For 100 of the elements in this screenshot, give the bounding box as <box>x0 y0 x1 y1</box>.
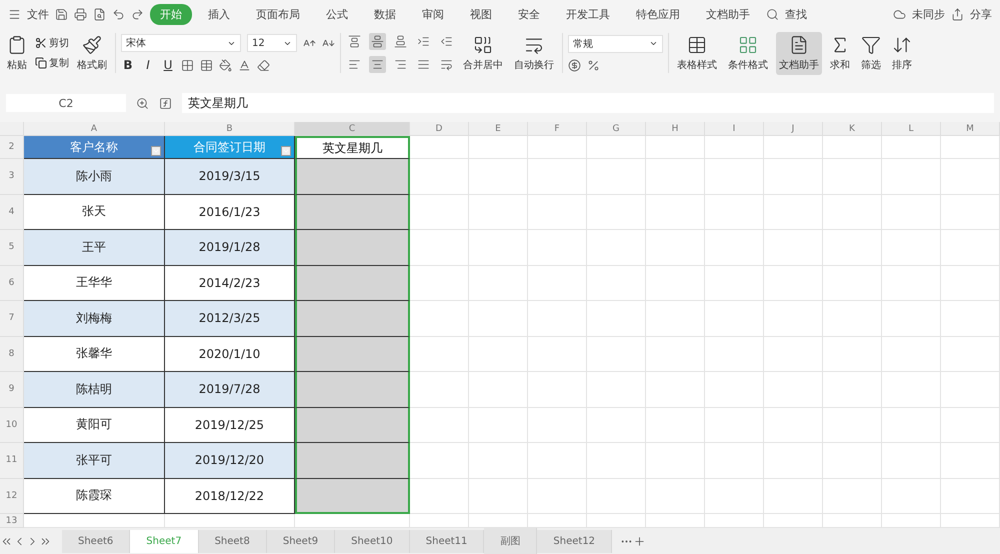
save-icon[interactable] <box>55 8 68 20</box>
sort-button[interactable]: 排序 <box>889 32 915 74</box>
ribbon-tab[interactable]: 特色应用 <box>626 4 690 24</box>
italic-button[interactable]: I <box>141 58 155 72</box>
align-middle-icon[interactable] <box>369 33 386 50</box>
search-label[interactable]: 查找 <box>785 6 807 22</box>
sheet-tab[interactable]: Sheet6 <box>62 530 130 552</box>
row-number: 7 <box>0 301 24 336</box>
ribbon-tab[interactable]: 页面布局 <box>246 4 310 24</box>
row-number: 9 <box>0 372 24 408</box>
sheet-tab[interactable]: Sheet9 <box>266 530 336 552</box>
border-icon[interactable] <box>181 58 194 72</box>
table-cell: 刘梅梅 <box>24 301 165 336</box>
filter-dropdown-icon[interactable] <box>281 146 291 156</box>
add-sheet-icon[interactable] <box>633 534 646 548</box>
percent-icon[interactable] <box>587 58 600 72</box>
sheet-tab[interactable]: Sheet12 <box>537 530 612 552</box>
header-cell: 合同签订日期 <box>165 136 295 159</box>
preview-icon[interactable] <box>93 8 106 20</box>
sum-button[interactable]: 求和 <box>827 32 853 74</box>
table-cell: 2018/12/22 <box>165 478 295 514</box>
column-header: L <box>882 122 941 136</box>
table-cell: 黄阳可 <box>24 408 165 443</box>
column-header: A <box>24 122 165 136</box>
ribbon-tab[interactable]: 文档助手 <box>696 4 760 24</box>
table-style-button[interactable]: 表格样式 <box>674 32 720 74</box>
format-painter-button[interactable]: 格式刷 <box>74 32 110 74</box>
ribbon-tab[interactable]: 审阅 <box>412 4 454 24</box>
column-header: B <box>165 122 295 136</box>
column-header: I <box>705 122 764 136</box>
row-number: 11 <box>0 443 24 478</box>
zoom-icon[interactable] <box>136 96 149 110</box>
ribbon-tab[interactable]: 插入 <box>198 4 240 24</box>
function-icon[interactable] <box>159 96 172 110</box>
filter-button[interactable]: 筛选 <box>858 32 884 74</box>
align-center-icon[interactable] <box>369 56 386 73</box>
copy-icon <box>35 57 47 69</box>
name-box[interactable]: C2 <box>6 94 126 112</box>
scissors-icon <box>35 37 47 49</box>
ribbon-tab[interactable]: 数据 <box>364 4 406 24</box>
ribbon-tab[interactable]: 视图 <box>460 4 502 24</box>
grid-icon <box>738 34 758 54</box>
underline-button[interactable]: U <box>161 58 175 72</box>
row-number: 12 <box>0 478 24 514</box>
formula-field[interactable]: 英文星期几 <box>182 93 994 113</box>
menu-icon[interactable] <box>8 8 21 20</box>
paste-button[interactable]: 粘贴 <box>4 32 30 74</box>
row-number: 10 <box>0 408 24 443</box>
share-link[interactable]: 分享 <box>970 6 992 22</box>
cell-style-icon[interactable] <box>200 58 213 72</box>
merge-button[interactable]: 合并居中 <box>460 32 506 74</box>
doc-helper-button[interactable]: 文档助手 <box>776 32 822 74</box>
ribbon-tab[interactable]: 公式 <box>316 4 358 24</box>
row-number: 5 <box>0 230 24 266</box>
eraser-icon[interactable] <box>257 58 270 72</box>
conditional-format-button[interactable]: 条件格式 <box>725 32 771 74</box>
wrap-button[interactable]: 自动换行 <box>511 32 557 74</box>
filter-icon <box>861 34 881 54</box>
number-format-field[interactable]: 常规 <box>568 34 663 52</box>
table-cell: 张平可 <box>24 443 165 478</box>
align-bottom-icon[interactable] <box>392 33 409 50</box>
fill-color-icon[interactable] <box>219 58 232 72</box>
paintbrush-icon <box>82 34 102 54</box>
cloud-icon[interactable] <box>893 8 906 20</box>
bold-button[interactable]: B <box>121 58 135 72</box>
table-cell: 陈霞琛 <box>24 478 165 514</box>
copy-button[interactable]: 复制 <box>35 56 69 70</box>
search-icon[interactable] <box>766 8 779 20</box>
sheet-tab[interactable]: Sheet11 <box>410 530 484 552</box>
table-cell: 2016/1/23 <box>165 194 295 230</box>
font-color-icon[interactable] <box>238 58 251 72</box>
table-cell: 2019/7/28 <box>165 372 295 408</box>
table-cell: 2014/2/23 <box>165 266 295 301</box>
print-icon[interactable] <box>74 8 87 20</box>
row-number: 3 <box>0 159 24 194</box>
table-cell: 陈小雨 <box>24 159 165 194</box>
row-number: 4 <box>0 194 24 230</box>
sync-status[interactable]: 未同步 <box>912 6 945 22</box>
filter-dropdown-icon[interactable] <box>151 146 161 156</box>
ribbon-tab[interactable]: 安全 <box>508 4 550 24</box>
sheet-tab[interactable]: Sheet8 <box>198 530 267 552</box>
font-field[interactable]: 宋体 <box>121 34 241 52</box>
redo-icon[interactable] <box>131 8 144 20</box>
file-menu[interactable]: 文件 <box>27 6 49 22</box>
sheet-tab[interactable]: 副图 <box>484 528 538 554</box>
column-header: D <box>410 122 469 136</box>
font-size-field[interactable]: 12 <box>247 34 297 52</box>
currency-icon[interactable] <box>568 58 581 72</box>
undo-icon[interactable] <box>112 8 125 20</box>
header-cell: 客户名称 <box>24 136 165 159</box>
sheet-tab[interactable]: Sheet10 <box>335 530 410 552</box>
share-icon[interactable] <box>951 8 964 20</box>
cut-button[interactable]: 剪切 <box>35 36 69 50</box>
align-top-icon[interactable] <box>346 33 363 50</box>
clipboard-icon <box>7 34 27 54</box>
row-number: 13 <box>0 514 24 528</box>
table-icon <box>687 34 707 54</box>
ribbon-tab[interactable]: 开发工具 <box>556 4 620 24</box>
column-header: F <box>528 122 587 136</box>
table-cell: 张天 <box>24 194 165 230</box>
